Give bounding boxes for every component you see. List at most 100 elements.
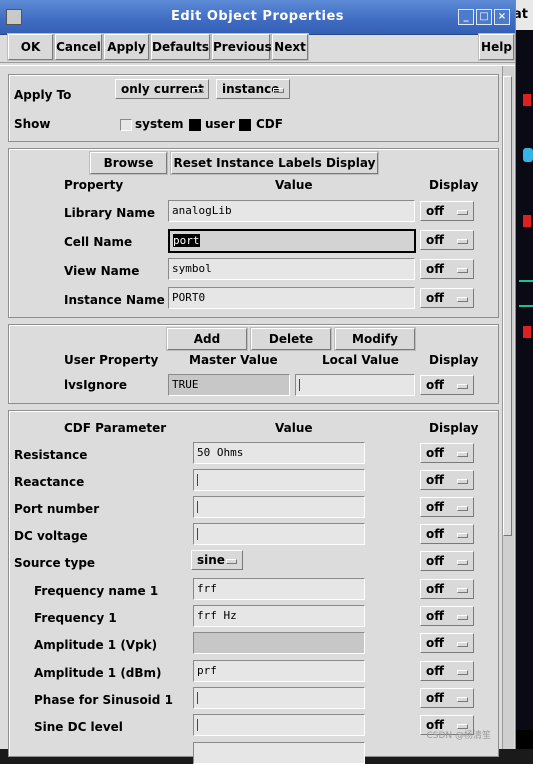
instance-name-display-cyclic[interactable]: off <box>420 288 474 308</box>
port-number-display-cyclic[interactable]: off <box>420 497 474 517</box>
apply-target-cyclic[interactable]: instance <box>216 79 290 99</box>
text-caret <box>197 719 198 731</box>
cdf-parameters-section: CDF Parameter Value Display Resistance 5… <box>8 410 499 764</box>
source-type-cyclic[interactable]: sine <box>191 550 243 570</box>
show-label: Show <box>14 117 51 131</box>
instance-name-display: off <box>426 291 444 305</box>
property-header: Property <box>64 178 124 192</box>
sine-dc-level-field[interactable] <box>193 714 365 736</box>
cyclic-icon <box>457 210 468 215</box>
cell-name-field[interactable]: port <box>168 229 416 253</box>
background-window-caption: at <box>513 0 533 30</box>
show-cdf-checkbox[interactable] <box>239 119 251 131</box>
cyclic-icon <box>192 88 203 93</box>
lvsignore-display-cyclic[interactable]: off <box>420 375 474 395</box>
cyclic-icon <box>457 506 468 511</box>
frequency-name-1-display-cyclic[interactable]: off <box>420 579 474 599</box>
reset-labels-button[interactable]: Reset Instance Labels Display <box>171 152 378 174</box>
resistance-label: Resistance <box>14 448 88 462</box>
library-name-value: analogLib <box>172 204 232 217</box>
show-system-checkbox[interactable] <box>120 119 132 131</box>
help-button[interactable]: Help <box>479 34 514 60</box>
schematic-marker <box>523 215 531 227</box>
user-display-header: Display <box>429 353 479 367</box>
dc-voltage-field[interactable] <box>193 523 365 545</box>
schematic-wire <box>519 305 533 307</box>
apply-button[interactable]: Apply <box>104 34 149 60</box>
view-name-field[interactable]: symbol <box>168 258 415 280</box>
scrollbar-thumb[interactable] <box>503 76 512 536</box>
resistance-display-cyclic[interactable]: off <box>420 443 474 463</box>
amplitude-1-vpk-display-cyclic[interactable]: off <box>420 633 474 653</box>
amplitude-1-dbm-display: off <box>426 664 444 678</box>
resistance-field[interactable]: 50 Ohms <box>193 442 365 464</box>
apply-target-value: instance <box>222 82 280 96</box>
text-caret <box>197 474 198 486</box>
phase-sinusoid-1-display-cyclic[interactable]: off <box>420 688 474 708</box>
add-property-button[interactable]: Add <box>167 328 247 350</box>
show-user-label: user <box>205 117 235 131</box>
next-parameter-field[interactable] <box>193 742 365 764</box>
port-number-field[interactable] <box>193 496 365 518</box>
reactance-field[interactable] <box>193 469 365 491</box>
defaults-button[interactable]: Defaults <box>151 34 210 60</box>
phase-sinusoid-1-label: Phase for Sinusoid 1 <box>34 693 173 707</box>
cyclic-icon <box>457 697 468 702</box>
resistance-display: off <box>426 446 444 460</box>
browse-button[interactable]: Browse <box>90 152 167 174</box>
amplitude-1-dbm-field[interactable]: prf <box>193 660 365 682</box>
cdf-value-header: Value <box>275 421 313 435</box>
cyclic-icon <box>273 88 284 93</box>
frequency-1-label: Frequency 1 <box>34 611 117 625</box>
cell-name-display: off <box>426 233 444 247</box>
minimize-button[interactable]: _ <box>458 9 474 25</box>
maximize-button[interactable]: □ <box>476 9 492 25</box>
instance-name-label: Instance Name <box>64 293 165 307</box>
cyclic-icon <box>457 479 468 484</box>
port-number-display: off <box>426 500 444 514</box>
window-title: Edit Object Properties <box>170 9 345 24</box>
cyclic-icon <box>457 297 468 302</box>
frequency-1-field[interactable]: frf Hz <box>193 605 365 627</box>
schematic-marker <box>523 94 531 106</box>
close-button[interactable]: × <box>494 9 510 25</box>
apply-to-cyclic[interactable]: only current <box>115 79 209 99</box>
cell-name-display-cyclic[interactable]: off <box>420 230 474 250</box>
lvsignore-local-field[interactable] <box>295 374 415 396</box>
ok-button[interactable]: OK <box>8 34 53 60</box>
phase-sinusoid-1-field[interactable] <box>193 687 365 709</box>
modify-property-button[interactable]: Modify <box>335 328 415 350</box>
view-name-display: off <box>426 262 444 276</box>
cyclic-icon <box>457 642 468 647</box>
view-name-display-cyclic[interactable]: off <box>420 259 474 279</box>
reactance-display-cyclic[interactable]: off <box>420 470 474 490</box>
frequency-1-display: off <box>426 609 444 623</box>
display-header: Display <box>429 178 479 192</box>
cell-name-label: Cell Name <box>64 235 133 249</box>
source-type-display-cyclic[interactable]: off <box>420 551 474 571</box>
dc-voltage-label: DC voltage <box>14 529 88 543</box>
delete-property-button[interactable]: Delete <box>251 328 331 350</box>
cancel-button[interactable]: Cancel <box>55 34 102 60</box>
source-type-value: sine <box>197 553 225 567</box>
reactance-label: Reactance <box>14 475 85 489</box>
cyclic-icon <box>457 615 468 620</box>
frequency-name-1-display: off <box>426 582 444 596</box>
show-user-checkbox[interactable] <box>189 119 201 131</box>
dc-voltage-display-cyclic[interactable]: off <box>420 524 474 544</box>
frequency-name-1-label: Frequency name 1 <box>34 584 159 598</box>
previous-button[interactable]: Previous <box>212 34 272 60</box>
frequency-1-display-cyclic[interactable]: off <box>420 606 474 626</box>
dc-voltage-display: off <box>426 527 444 541</box>
master-value-header: Master Value <box>189 353 278 367</box>
frequency-name-1-field[interactable]: frf <box>193 578 365 600</box>
schematic-wire <box>519 280 533 282</box>
instance-name-field[interactable]: PORT0 <box>168 287 415 309</box>
amplitude-1-dbm-display-cyclic[interactable]: off <box>420 661 474 681</box>
next-button[interactable]: Next <box>272 34 308 60</box>
library-name-field[interactable]: analogLib <box>168 200 415 222</box>
amplitude-1-dbm-label: Amplitude 1 (dBm) <box>34 666 162 680</box>
amplitude-1-vpk-field <box>193 632 365 654</box>
show-system-label: system <box>135 117 184 131</box>
library-name-display-cyclic[interactable]: off <box>420 201 474 221</box>
